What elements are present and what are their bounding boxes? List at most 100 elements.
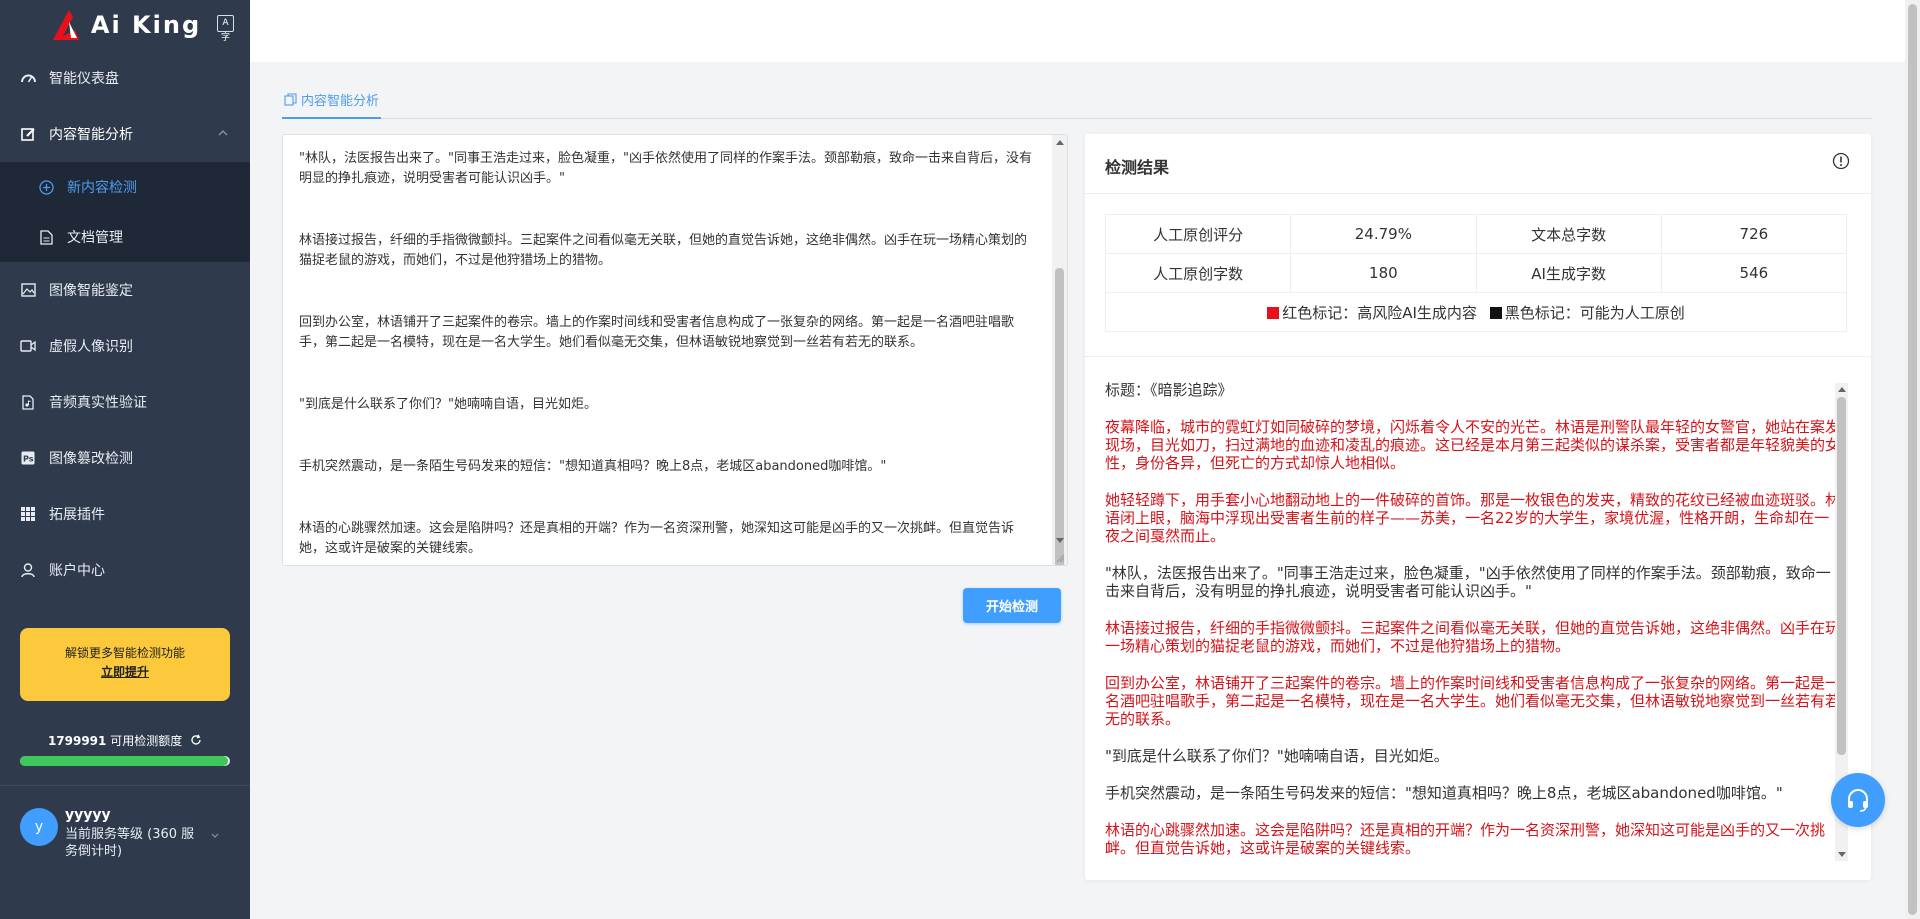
upgrade-text: 解锁更多智能检测功能 <box>64 646 185 660</box>
tab-content-analysis[interactable]: 内容智能分析 <box>282 86 382 119</box>
user-icon <box>20 562 36 578</box>
user-profile[interactable]: y yyyyy 当前服务等级 (360 服务倒计时) <box>0 785 250 919</box>
sidebar-item-tamper-detection[interactable]: Ps 图像篡改检测 <box>0 430 250 486</box>
chevron-down-icon[interactable] <box>210 830 220 840</box>
result-segment-ai: 她轻轻蹲下，用手套小心地翻动地上的一件破碎的首饰。那是一枚银色的发夹，精致的花纹… <box>1105 491 1840 545</box>
translate-icon[interactable]: A字 <box>217 15 234 43</box>
result-segment-ai: 林语的心跳骤然加速。这会是陷阱吗？还是真相的开端？作为一名资深刑警，她深知这可能… <box>1105 821 1826 857</box>
sidebar-item-label: 拓展插件 <box>49 507 105 523</box>
ai-count-label: AI生成字数 <box>1475 253 1662 293</box>
legend-black-label: 黑色标记：可能为人工原创 <box>1504 303 1685 322</box>
sidebar-item-label: 文档管理 <box>67 230 123 246</box>
sidebar-item-label: 新内容检测 <box>67 180 137 196</box>
result-doc-title: 标题：《暗影追踪》 <box>1105 381 1233 399</box>
quota-label: 可用检测额度 <box>110 734 183 748</box>
sidebar-item-dashboard[interactable]: 智能仪表盘 <box>0 50 250 106</box>
total-count-value: 726 <box>1660 214 1848 254</box>
audio-file-icon <box>20 394 36 410</box>
result-segment-human: "到底是什么联系了你们？"她喃喃自语，目光如炬。 <box>1105 747 1449 765</box>
result-segment-ai: 回到办公室，林语铺开了三起案件的卷宗。墙上的作案时间线和受害者信息构成了一张复杂… <box>1105 674 1840 728</box>
stats-table: 人工原创评分 24.79% 文本总字数 726 人工原创字数 180 AI生成字… <box>1104 214 1848 332</box>
sidebar-item-label: 智能仪表盘 <box>49 71 119 87</box>
customer-support-button[interactable] <box>1831 773 1885 827</box>
grid-icon <box>20 506 36 522</box>
add-circle-icon <box>38 179 54 195</box>
input-paragraph: "到底是什么联系了你们？"她喃喃自语，目光如炬。 <box>299 397 597 412</box>
sidebar-item-content-analysis[interactable]: 内容智能分析 <box>0 106 250 162</box>
sidebar-item-label: 虚假人像识别 <box>49 339 133 355</box>
refresh-icon[interactable] <box>190 734 202 746</box>
upgrade-card[interactable]: 解锁更多智能检测功能 立即提升 <box>20 628 230 701</box>
human-count-label: 人工原创字数 <box>1104 253 1292 293</box>
sidebar-item-fake-portrait[interactable]: 虚假人像识别 <box>0 318 250 374</box>
sidebar-item-label: 账户中心 <box>49 563 105 579</box>
result-scrollbar-thumb[interactable] <box>1837 397 1846 755</box>
result-text: 标题：《暗影追踪》 夜幕降临，城市的霓虹灯如同破碎的梦境，闪烁着令人不安的光芒。… <box>1105 381 1840 861</box>
human-score-label: 人工原创评分 <box>1104 214 1292 254</box>
sidebar-item-account[interactable]: 账户中心 <box>0 542 250 598</box>
avatar[interactable]: y <box>20 808 58 846</box>
scroll-up-icon[interactable] <box>1838 387 1846 392</box>
sidebar-item-label: 内容智能分析 <box>49 127 133 143</box>
input-paragraph: 林语接过报告，纤细的手指微微颤抖。三起案件之间看似毫无关联，但她的直觉告诉她，这… <box>299 233 1028 268</box>
user-level: 当前服务等级 (360 服务倒计时) <box>65 827 195 859</box>
sidebar-item-label: 图像篡改检测 <box>49 451 133 467</box>
human-count-value: 180 <box>1290 253 1477 293</box>
scroll-down-icon[interactable] <box>1838 852 1846 857</box>
table-row: 人工原创字数 180 AI生成字数 546 <box>1104 253 1848 293</box>
sidebar-item-document-management[interactable]: 文档管理 <box>0 212 250 262</box>
quota-info: 1799991 可用检测额度 <box>20 732 230 749</box>
divider <box>1085 356 1871 357</box>
start-detection-button[interactable]: 开始检测 <box>963 588 1061 623</box>
brand-logo-icon <box>52 10 79 40</box>
result-segment-human: 手机突然震动，是一条陌生号码发来的短信："想知道真相吗？晚上8点，老城区aban… <box>1105 784 1783 802</box>
video-icon <box>20 338 36 354</box>
result-header: 检测结果 <box>1085 134 1871 194</box>
headset-icon <box>1848 789 1868 812</box>
legend: 红色标记：高风险AI生成内容 黑色标记：可能为人工原创 <box>1105 292 1847 332</box>
table-row: 人工原创评分 24.79% 文本总字数 726 <box>1104 214 1848 254</box>
tab-bar: 内容智能分析 <box>282 86 1872 119</box>
content-input[interactable]: "林队，法医报告出来了。"同事王浩走过来，脸色凝重，"凶手依然使用了同样的作案手… <box>282 134 1068 566</box>
total-count-label: 文本总字数 <box>1475 214 1662 254</box>
ai-count-value: 546 <box>1660 253 1848 293</box>
input-paragraph: 林语的心跳骤然加速。这会是陷阱吗？还是真相的开端？作为一名资深刑警，她深知这可能… <box>299 521 1015 556</box>
document-icon <box>38 229 54 245</box>
result-segment-ai: 夜幕降临，城市的霓虹灯如同破碎的梦境，闪烁着令人不安的光芒。林语是刑警队最年轻的… <box>1105 418 1840 472</box>
table-row: 红色标记：高风险AI生成内容 黑色标记：可能为人工原创 <box>1105 292 1847 332</box>
input-scrollbar-thumb[interactable] <box>1055 268 1064 565</box>
sidebar-item-image-identification[interactable]: 图像智能鉴定 <box>0 262 250 318</box>
input-paragraph: "林队，法医报告出来了。"同事王浩走过来，脸色凝重，"凶手依然使用了同样的作案手… <box>299 151 1032 186</box>
quota-progress-bar <box>20 756 230 766</box>
input-scrollbar[interactable] <box>1052 135 1067 565</box>
tab-label: 内容智能分析 <box>301 94 380 109</box>
brand[interactable]: Ai King A字 <box>0 0 250 50</box>
brand-name: Ai King <box>90 11 202 39</box>
submenu-content-analysis: 新内容检测 文档管理 <box>0 162 250 262</box>
legend-red-swatch <box>1267 306 1280 319</box>
svg-text:Ps: Ps <box>23 455 34 464</box>
resize-grip-icon[interactable] <box>1055 553 1065 563</box>
result-segment-human: "林队，法医报告出来了。"同事王浩走过来，脸色凝重，"凶手依然使用了同样的作案手… <box>1105 564 1831 600</box>
content-input-text[interactable]: "林队，法医报告出来了。"同事王浩走过来，脸色凝重，"凶手依然使用了同样的作案手… <box>283 135 1053 565</box>
sidebar-item-plugins[interactable]: 拓展插件 <box>0 486 250 542</box>
legend-red-label: 红色标记：高风险AI生成内容 <box>1282 303 1477 322</box>
scroll-up-icon[interactable] <box>1056 140 1064 145</box>
sidebar-item-new-detection[interactable]: 新内容检测 <box>0 162 250 212</box>
sidebar-item-label: 音频真实性验证 <box>49 395 147 411</box>
sidebar: Ai King A字 智能仪表盘 内容智能分析 新内容检测 文档管理 图像智能鉴… <box>0 0 250 919</box>
page-scrollbar[interactable] <box>1905 0 1920 919</box>
info-icon[interactable] <box>1832 152 1850 170</box>
image-icon <box>20 282 36 298</box>
input-paragraph: 手机突然震动，是一条陌生号码发来的短信："想知道真相吗？晚上8点，老城区aban… <box>299 459 887 474</box>
human-score-value: 24.79% <box>1290 214 1477 254</box>
sidebar-item-audio-verification[interactable]: 音频真实性验证 <box>0 374 250 430</box>
legend-black-swatch <box>1489 306 1502 319</box>
result-title: 检测结果 <box>1105 158 1170 177</box>
input-paragraph: 回到办公室，林语铺开了三起案件的卷宗。墙上的作案时间线和受害者信息构成了一张复杂… <box>299 315 1015 350</box>
upgrade-link[interactable]: 立即提升 <box>20 663 230 682</box>
edit-icon <box>20 126 36 142</box>
scroll-down-icon[interactable] <box>1056 538 1064 543</box>
result-panel: 检测结果 人工原创评分 24.79% 文本总字数 726 人工原创字数 180 … <box>1085 134 1871 880</box>
page-scrollbar-thumb[interactable] <box>1908 4 1917 915</box>
